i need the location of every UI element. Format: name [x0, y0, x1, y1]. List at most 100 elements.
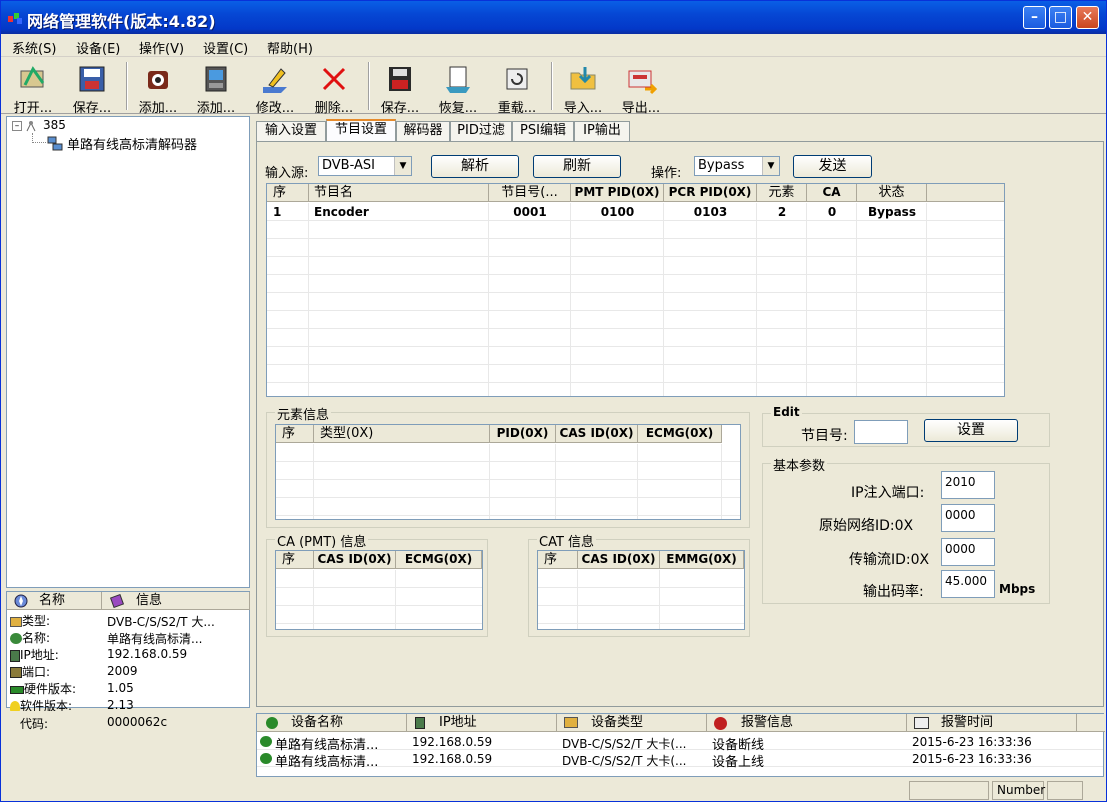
- column-header[interactable]: ECMG(0X): [396, 551, 482, 569]
- restore-button[interactable]: 恢复...: [430, 60, 486, 116]
- input-source-select[interactable]: DVB-ASI ▼: [318, 156, 412, 176]
- ip-port-input[interactable]: 2010: [941, 471, 995, 499]
- column-header[interactable]: 序: [276, 551, 314, 569]
- table-row[interactable]: 单路有线高标清... 192.168.0.59 DVB-C/S/S2/T 大卡(…: [257, 733, 1103, 753]
- column-header[interactable]: EMMG(0X): [660, 551, 744, 569]
- info-value-hw: 1.05: [107, 681, 134, 695]
- onid-input[interactable]: 0000: [941, 504, 995, 532]
- program-table[interactable]: 序 节目名 节目号(... PMT PID(0X) PCR PID(0X) 元素…: [266, 183, 1005, 397]
- tsid-input[interactable]: 0000: [941, 538, 995, 566]
- column-header[interactable]: 序: [267, 184, 309, 202]
- status-pane-main: [1, 781, 906, 800]
- bitrate-unit: Mbps: [999, 582, 1036, 596]
- column-header[interactable]: 报警信息: [707, 714, 907, 732]
- element-table[interactable]: 序 类型(0X) PID(0X) CAS ID(0X) ECMG(0X): [275, 424, 741, 520]
- add-device-icon: [148, 71, 168, 89]
- open-icon: [20, 66, 45, 88]
- edit-button[interactable]: 修改...: [247, 60, 303, 116]
- lightbulb-icon: [10, 700, 20, 711]
- import-button[interactable]: 导入...: [555, 60, 611, 116]
- delete-button[interactable]: 删除...: [306, 60, 362, 116]
- restore-icon: [446, 66, 470, 93]
- main-window: 网络管理软件(版本:4.82) – □ ✕ 系统(S) 设备(E) 操作(V) …: [0, 0, 1107, 802]
- menu-help[interactable]: 帮助(H): [267, 38, 313, 57]
- column-header[interactable]: IP地址: [407, 714, 557, 732]
- column-header[interactable]: PCR PID(0X): [664, 184, 757, 202]
- cat-table[interactable]: 序 CAS ID(0X) EMMG(0X): [537, 550, 745, 630]
- column-header[interactable]: CAS ID(0X): [578, 551, 660, 569]
- info-row-name: 名称:: [10, 629, 100, 646]
- column-header[interactable]: 节目名: [309, 184, 489, 202]
- menu-bar: 系统(S) 设备(E) 操作(V) 设置(C) 帮助(H): [1, 34, 1106, 57]
- menu-device[interactable]: 设备(E): [76, 38, 120, 57]
- column-header[interactable]: 设备名称: [257, 714, 407, 732]
- minimize-icon[interactable]: –: [1023, 6, 1046, 29]
- tsid-label: 传输流ID:0X: [849, 552, 930, 568]
- program-no-input[interactable]: [854, 420, 908, 444]
- tree-root[interactable]: 385: [43, 118, 66, 132]
- status-bar: Number: [1, 781, 1106, 801]
- input-source-label: 输入源:: [265, 166, 309, 181]
- column-header[interactable]: 序: [276, 425, 314, 443]
- tab-psi-edit[interactable]: PSI编辑: [512, 121, 574, 141]
- save-config-button[interactable]: 保存...: [372, 60, 428, 116]
- reload-button[interactable]: 重载...: [489, 60, 545, 116]
- column-header[interactable]: ECMG(0X): [638, 425, 722, 443]
- column-header[interactable]: PID(0X): [490, 425, 556, 443]
- column-header[interactable]: 报警时间: [907, 714, 1077, 732]
- parse-button[interactable]: 解析: [431, 155, 519, 178]
- operation-label: 操作:: [651, 166, 682, 181]
- table-row[interactable]: 1 Encoder 0001 0100 0103 2 0 Bypass: [267, 203, 1004, 221]
- tab-pid-filter[interactable]: PID过滤: [450, 121, 512, 141]
- tab-program-settings[interactable]: 节目设置: [326, 119, 396, 142]
- tab-input-settings[interactable]: 输入设置: [256, 121, 326, 141]
- column-header[interactable]: 设备类型: [557, 714, 707, 732]
- add-window-button[interactable]: 添加...: [188, 60, 244, 116]
- export-button[interactable]: 导出...: [613, 60, 669, 116]
- column-header[interactable]: CA: [807, 184, 857, 202]
- tree-child-decoder[interactable]: 单路有线高标清解码器: [67, 134, 197, 153]
- info-row-sw: 软件版本:: [10, 697, 100, 711]
- column-header[interactable]: CAS ID(0X): [556, 425, 638, 443]
- toolbar-separator: [368, 62, 370, 110]
- operation-select[interactable]: Bypass ▼: [694, 156, 780, 176]
- close-icon[interactable]: ✕: [1076, 6, 1099, 29]
- info-header-info[interactable]: 信息: [102, 592, 250, 610]
- column-header[interactable]: 状态: [857, 184, 927, 202]
- open-button[interactable]: 打开...: [5, 60, 61, 116]
- column-header[interactable]: CAS ID(0X): [314, 551, 396, 569]
- device-name-icon: [266, 717, 278, 729]
- edit-group: Edit 节目号: 设置: [762, 405, 1050, 447]
- device-name-icon: [10, 633, 22, 644]
- tab-decoder[interactable]: 解码器: [396, 121, 450, 141]
- column-header[interactable]: PMT PID(0X): [571, 184, 664, 202]
- toolbar: 打开... 保存... 添加... 添加... 修改... 删除... 保存..…: [1, 58, 1106, 116]
- set-button[interactable]: 设置: [924, 419, 1018, 442]
- bitrate-input[interactable]: 45.000: [941, 570, 995, 598]
- type-icon: [10, 616, 22, 627]
- tree-collapse-icon[interactable]: –: [12, 121, 22, 131]
- column-header[interactable]: 元素: [757, 184, 807, 202]
- refresh-button[interactable]: 刷新: [533, 155, 621, 178]
- maximize-icon[interactable]: □: [1049, 6, 1072, 29]
- ca-pmt-table[interactable]: 序 CAS ID(0X) ECMG(0X): [275, 550, 483, 630]
- hardware-icon: [10, 685, 24, 694]
- device-info-panel: 名称 信息 类型: DVB-C/S/S2/T 大... 名称: 单路有线高标清.…: [6, 591, 250, 712]
- clock-icon: [914, 717, 929, 729]
- send-button[interactable]: 发送: [793, 155, 872, 178]
- column-header[interactable]: 类型(0X): [314, 425, 490, 443]
- table-row[interactable]: 单路有线高标清... 192.168.0.59 DVB-C/S/S2/T 大卡(…: [257, 750, 1103, 770]
- column-header[interactable]: 节目号(...: [489, 184, 571, 202]
- menu-system[interactable]: 系统(S): [12, 38, 56, 57]
- menu-operation[interactable]: 操作(V): [139, 38, 184, 57]
- menu-settings[interactable]: 设置(C): [203, 38, 248, 57]
- tab-ip-output[interactable]: IP输出: [574, 121, 630, 141]
- toolbar-separator: [551, 62, 553, 110]
- alarm-log-table[interactable]: 设备名称 IP地址 设备类型 报警信息 报警时间 单路有线高标清... 192.…: [256, 713, 1105, 777]
- title-bar[interactable]: 网络管理软件(版本:4.82) – □ ✕: [1, 1, 1106, 34]
- toolbar-separator: [126, 62, 128, 110]
- add-device-button[interactable]: 添加...: [130, 60, 186, 116]
- device-tree[interactable]: – 385 单路有线高标清解码器: [6, 116, 250, 588]
- save-button[interactable]: 保存...: [64, 60, 120, 116]
- column-header[interactable]: 序: [538, 551, 578, 569]
